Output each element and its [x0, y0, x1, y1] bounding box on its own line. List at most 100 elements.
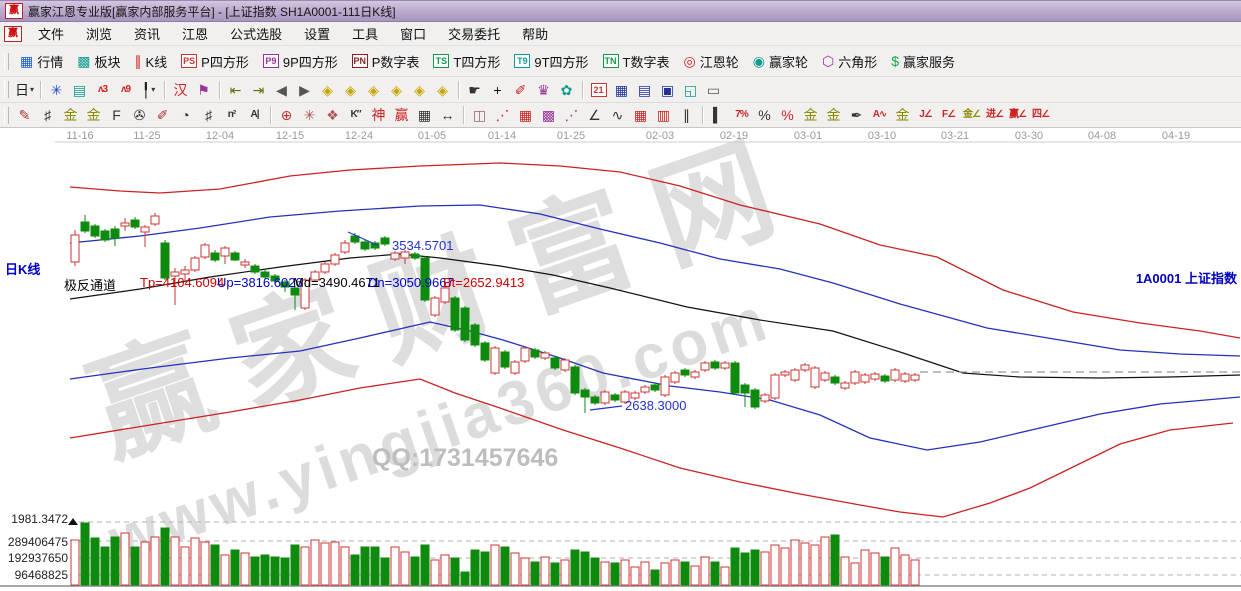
- star-rays-icon[interactable]: ✳: [298, 105, 321, 125]
- f-fence-icon[interactable]: F: [105, 105, 128, 125]
- crown-tool-button[interactable]: ♛: [532, 80, 555, 100]
- cycle-clock-icon[interactable]: ◔: [174, 105, 197, 125]
- menu-item-4[interactable]: 公式选股: [219, 21, 293, 46]
- span-arrow-icon[interactable]: ↔: [436, 105, 459, 125]
- menu-item-6[interactable]: 工具: [341, 21, 389, 46]
- k-mark-icon[interactable]: K″: [344, 105, 367, 125]
- gann-wheel-button[interactable]: ◎江恩轮: [677, 50, 746, 73]
- spiral-icon[interactable]: ✇: [128, 105, 151, 125]
- purple-grid-icon[interactable]: ▩: [537, 105, 560, 125]
- diamond-expand-h-icon[interactable]: ◈: [362, 80, 385, 100]
- calculator-button[interactable]: ▦: [610, 80, 633, 100]
- pct-lines-icon[interactable]: %: [776, 105, 799, 125]
- f-angle-icon[interactable]: F∠: [937, 105, 960, 125]
- menu-item-0[interactable]: 文件: [27, 21, 75, 46]
- gold-rule-icon[interactable]: 金: [891, 105, 914, 125]
- t9-square-button[interactable]: T99T四方形: [507, 50, 595, 73]
- j-angle-icon[interactable]: J∠: [914, 105, 937, 125]
- last-bar-button[interactable]: ⇥: [247, 80, 270, 100]
- ying-tool-icon[interactable]: 赢: [390, 105, 413, 125]
- gold-circle-icon[interactable]: 金: [799, 105, 822, 125]
- jin-angle-icon[interactable]: 进∠: [983, 105, 1006, 125]
- winner-wheel-button[interactable]: ◉赢家轮: [746, 50, 815, 73]
- p-number-button[interactable]: PNP数字表: [345, 50, 427, 73]
- diamond-compress-all-icon[interactable]: ◈: [431, 80, 454, 100]
- ying-angle-icon[interactable]: 赢∠: [1006, 105, 1029, 125]
- flag-tool-icon[interactable]: ⚑: [192, 80, 215, 100]
- kline-button[interactable]: ∥K线: [128, 50, 175, 73]
- brush-icon[interactable]: ✐: [151, 105, 174, 125]
- p9-square-button[interactable]: P99P四方形: [256, 50, 345, 73]
- ink-pen-icon[interactable]: ✒: [845, 105, 868, 125]
- t-square-button[interactable]: TST四方形: [426, 50, 507, 73]
- diamond-move-right-icon[interactable]: ◈: [339, 80, 362, 100]
- first-bar-button[interactable]: ⇤: [224, 80, 247, 100]
- diamond-expand-all-icon[interactable]: ◈: [408, 80, 431, 100]
- winner-service-button[interactable]: $赢家服务: [884, 50, 962, 73]
- menu-item-1[interactable]: 浏览: [75, 21, 123, 46]
- calendar-button[interactable]: 21: [587, 80, 610, 100]
- n-square-icon[interactable]: n²: [220, 105, 243, 125]
- menu-item-3[interactable]: 江恩: [171, 21, 219, 46]
- clipboard-icon[interactable]: ▤: [68, 80, 91, 100]
- toolbar-grip[interactable]: [4, 107, 9, 124]
- slashes-icon[interactable]: ∥: [675, 105, 698, 125]
- diamond-move-left-icon[interactable]: ◈: [316, 80, 339, 100]
- a-wave-icon[interactable]: A∿: [868, 105, 891, 125]
- menu-item-8[interactable]: 交易委托: [437, 21, 511, 46]
- window-grid-icon[interactable]: ◫: [468, 105, 491, 125]
- gann-target-icon[interactable]: ⊕: [275, 105, 298, 125]
- zoom-pen-button[interactable]: ✐: [509, 80, 532, 100]
- menu-item-2[interactable]: 资讯: [123, 21, 171, 46]
- toolbar-grip[interactable]: [4, 53, 9, 70]
- ray-fan-icon[interactable]: ⋰: [491, 105, 514, 125]
- t-number-button[interactable]: TNT数字表: [596, 50, 677, 73]
- han-tool-icon[interactable]: 汉: [169, 80, 192, 100]
- fence-small-icon[interactable]: ♯: [197, 105, 220, 125]
- menu-item-7[interactable]: 窗口: [389, 21, 437, 46]
- price-ruler-icon[interactable]: ▦: [413, 105, 436, 125]
- percent-icon[interactable]: %: [753, 105, 776, 125]
- red-web-icon[interactable]: ▦: [514, 105, 537, 125]
- seven-pct-icon[interactable]: 7%: [730, 105, 753, 125]
- volume-tool-icon[interactable]: ▍: [707, 105, 730, 125]
- compass-pen-icon[interactable]: ✎: [13, 105, 36, 125]
- gann-fence-icon[interactable]: ♯: [36, 105, 59, 125]
- gold-lines-icon[interactable]: 金: [822, 105, 845, 125]
- quotes-button[interactable]: ▦行情: [13, 50, 70, 73]
- web-lines-icon[interactable]: ✳: [45, 80, 68, 100]
- candle-style-button[interactable]: 日▾: [13, 80, 36, 100]
- zigzag-icon[interactable]: ∿: [606, 105, 629, 125]
- wave-3-icon[interactable]: ʌ3: [91, 80, 114, 100]
- gold-angle-icon[interactable]: 金∠: [960, 105, 983, 125]
- purple-fan-icon[interactable]: ⋰: [560, 105, 583, 125]
- angle-line-icon[interactable]: ∠: [583, 105, 606, 125]
- export-button[interactable]: ◱: [679, 80, 702, 100]
- drag-hand-button[interactable]: ☛: [463, 80, 486, 100]
- sectors-button[interactable]: ▩板块: [70, 50, 127, 73]
- chart-canvas[interactable]: 赢家财富网www.yingjia360.comQQ:173145764611-1…: [0, 128, 1241, 591]
- next-bar-button[interactable]: ▶: [293, 80, 316, 100]
- toolbar-grip[interactable]: [4, 81, 9, 98]
- wave-9-icon[interactable]: ʌ9: [114, 80, 137, 100]
- prev-bar-button[interactable]: ◀: [270, 80, 293, 100]
- menu-item-5[interactable]: 设置: [293, 21, 341, 46]
- mirror-a-icon[interactable]: A|: [243, 105, 266, 125]
- print-button[interactable]: ▭: [702, 80, 725, 100]
- candle-type-button[interactable]: ╿▾: [137, 80, 160, 100]
- p-square-button[interactable]: PSP四方形: [174, 50, 256, 73]
- shen-tool-icon[interactable]: 神: [367, 105, 390, 125]
- red-grid-icon[interactable]: ▦: [629, 105, 652, 125]
- save-button[interactable]: ▣: [656, 80, 679, 100]
- brain-tool-button[interactable]: ✿: [555, 80, 578, 100]
- diamond-compress-h-icon[interactable]: ◈: [385, 80, 408, 100]
- red-bars-grid-icon[interactable]: ▥: [652, 105, 675, 125]
- si-angle-icon[interactable]: 四∠: [1029, 105, 1052, 125]
- notes-button[interactable]: ▤: [633, 80, 656, 100]
- crosshair-button[interactable]: +: [486, 80, 509, 100]
- gold-fence-icon[interactable]: 金: [59, 105, 82, 125]
- spider-web-icon[interactable]: ❖: [321, 105, 344, 125]
- gold-fence2-icon[interactable]: 金: [82, 105, 105, 125]
- menu-item-9[interactable]: 帮助: [511, 21, 559, 46]
- hexagon-button[interactable]: ⬡六角形: [815, 50, 884, 73]
